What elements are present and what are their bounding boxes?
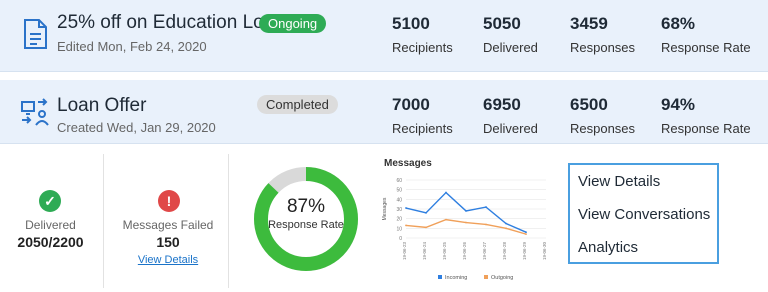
data-point-outgoing — [485, 223, 487, 226]
legend-swatch-incoming — [438, 275, 442, 279]
campaign-title: Loan Offer — [57, 95, 147, 116]
campaign-title: 25% off on Education Loan — [57, 12, 285, 33]
menu-item-view-conversations[interactable]: View Conversations — [578, 206, 710, 223]
y-tick-label: 40 — [396, 197, 402, 203]
document-icon — [24, 19, 47, 49]
data-point-incoming — [525, 231, 527, 234]
status-badge-ongoing: Ongoing — [259, 14, 327, 33]
data-point-outgoing — [425, 226, 427, 229]
stat-responses: 6500 Responses — [570, 95, 635, 136]
data-point-incoming — [405, 207, 407, 209]
data-point-incoming — [485, 206, 487, 208]
stat-label: Responses — [570, 40, 636, 55]
error-circle-icon: ! — [158, 190, 180, 212]
data-point-outgoing — [505, 227, 507, 230]
y-tick-label: 60 — [396, 178, 402, 184]
legend-label-outgoing: Outgoing — [491, 275, 513, 281]
x-tick-label: 19-06-30 — [542, 242, 547, 261]
divider — [103, 154, 104, 288]
campaign-card-loan-offer[interactable]: Loan Offer Created Wed, Jan 29, 2020 700… — [0, 80, 768, 144]
x-tick-label: 19-06-29 — [522, 242, 527, 261]
stat-recipients: 7000 Recipients — [392, 95, 453, 136]
y-tick-label: 20 — [396, 217, 402, 223]
legend-swatch-outgoing — [484, 275, 488, 279]
data-point-incoming — [445, 191, 447, 194]
response-rate-label: Response Rate — [268, 219, 344, 231]
x-tick-label: 19-06-25 — [442, 242, 447, 261]
data-point-outgoing — [405, 224, 407, 227]
stat-label: Recipients — [392, 121, 453, 136]
series-line-incoming — [405, 191, 527, 233]
stat-value: 6950 — [483, 95, 521, 114]
data-point-incoming — [465, 210, 467, 212]
stat-response-rate: 68% Response Rate — [661, 14, 751, 55]
devices-user-icon — [21, 98, 49, 126]
x-tick-label: 19-06-26 — [462, 242, 467, 261]
y-tick-label: 0 — [399, 236, 402, 242]
stat-value: 94% — [661, 95, 696, 114]
stat-label: Responses — [570, 121, 636, 136]
stat-label: Response Rate — [661, 40, 751, 55]
menu-item-analytics[interactable]: Analytics — [578, 239, 638, 256]
stat-delivered: 5050 Delivered — [483, 14, 538, 55]
view-failed-details-link[interactable]: View Details — [106, 254, 230, 266]
stat-value: 6500 — [570, 95, 608, 114]
campaign-card-education-loan[interactable]: 25% off on Education Loan Edited Mon, Fe… — [0, 0, 768, 72]
x-tick-label: 19-06-24 — [422, 242, 427, 261]
delivered-label: Delivered — [25, 218, 76, 232]
campaign-edited-date: Edited Mon, Feb 24, 2020 — [57, 39, 207, 54]
x-tick-label: 19-06-27 — [482, 242, 487, 261]
stat-delivered: 6950 Delivered — [483, 95, 538, 136]
data-point-outgoing — [525, 233, 527, 236]
status-badge-completed: Completed — [257, 95, 338, 114]
y-axis-label: Messages — [382, 197, 388, 220]
messages-failed-label: Messages Failed — [122, 218, 214, 232]
stat-recipients: 5100 Recipients — [392, 14, 453, 55]
stat-value: 7000 — [392, 95, 430, 114]
y-tick-label: 30 — [396, 207, 402, 213]
chart-title: Messages — [384, 158, 432, 169]
x-tick-label: 19-06-23 — [402, 242, 407, 261]
campaign-created-date: Created Wed, Jan 29, 2020 — [57, 120, 216, 135]
check-circle-icon: ✓ — [39, 190, 61, 212]
data-point-outgoing — [465, 221, 467, 224]
stat-value: 3459 — [570, 14, 608, 33]
stat-response-rate: 94% Response Rate — [661, 95, 751, 136]
stat-label: Recipients — [392, 40, 453, 55]
response-rate-value: 87% — [286, 196, 326, 217]
legend-label-incoming: Incoming — [445, 275, 467, 281]
stat-label: Response Rate — [661, 121, 751, 136]
campaign-actions-menu: View Details View Conversations Analytic… — [568, 163, 719, 264]
menu-item-view-details[interactable]: View Details — [578, 173, 660, 190]
data-point-incoming — [425, 211, 427, 214]
y-tick-label: 50 — [396, 188, 402, 194]
x-tick-label: 19-06-28 — [502, 242, 507, 261]
messages-line-chart: 0 10 20 30 40 50 60 Messages 19-06-23 19-06-24 19-… — [382, 178, 547, 281]
data-point-incoming — [505, 222, 507, 225]
messages-failed-count: 150 — [156, 234, 180, 250]
stat-value: 68% — [661, 14, 696, 33]
stat-label: Delivered — [483, 40, 538, 55]
data-point-outgoing — [445, 218, 447, 221]
stat-responses: 3459 Responses — [570, 14, 635, 55]
stat-value: 5050 — [483, 14, 521, 33]
y-tick-label: 10 — [396, 226, 402, 232]
delivered-count: 2050/2200 — [17, 234, 84, 250]
stat-label: Delivered — [483, 121, 538, 136]
stat-value: 5100 — [392, 14, 430, 33]
